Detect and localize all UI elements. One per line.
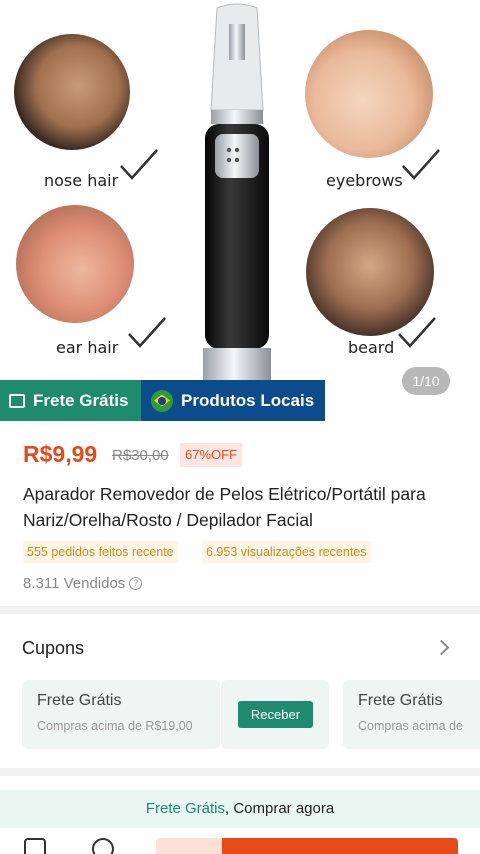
coupons-title: Cupons bbox=[22, 638, 85, 658]
buy-now-button[interactable] bbox=[222, 838, 458, 854]
trimmer-product-image bbox=[203, 3, 271, 380]
coupon-condition: Compras acima de bbox=[358, 719, 463, 733]
chat-icon[interactable] bbox=[92, 838, 114, 854]
eyebrows-photo bbox=[305, 30, 433, 158]
banner-highlight: Frete Grátis bbox=[145, 800, 225, 817]
sold-count-label: 8.311 Vendidos bbox=[23, 575, 126, 592]
checkmark-icon bbox=[398, 317, 436, 348]
current-price: R$9,99 bbox=[23, 441, 98, 467]
product-info: R$9,99 R$30,00 67%OFF Aparador Removedor… bbox=[0, 421, 480, 606]
checkmark-icon bbox=[402, 149, 440, 180]
nose-hair-photo bbox=[14, 34, 130, 150]
add-to-cart-button[interactable] bbox=[156, 838, 222, 854]
coupon-card[interactable]: Frete Grátis Compras acima de bbox=[343, 680, 480, 749]
free-shipping-label: Frete Grátis bbox=[33, 390, 129, 410]
product-image-gallery[interactable]: nose hair eyebrows ear hair beard 1/10 F… bbox=[0, 0, 480, 421]
coupon-title: Frete Grátis bbox=[358, 692, 443, 709]
original-price: R$30,00 bbox=[112, 447, 169, 464]
local-products-label: Produtos Locais bbox=[181, 390, 315, 410]
chevron-right-icon[interactable] bbox=[433, 639, 450, 656]
orders-chip: 555 pedidos feitos recente bbox=[23, 541, 178, 563]
bottom-bar: Frete Grátis, Comprar agora bbox=[0, 776, 480, 854]
free-shipping-tag: Frete Grátis bbox=[0, 380, 141, 421]
free-shipping-banner: Frete Grátis, Comprar agora bbox=[0, 790, 480, 828]
product-title: Aparador Removedor de Pelos Elétrico/Por… bbox=[23, 484, 426, 530]
banner-text: , Comprar agora bbox=[224, 800, 335, 817]
eyebrows-label: eyebrows bbox=[326, 171, 403, 190]
local-products-tag: Produtos Locais bbox=[141, 380, 325, 421]
nose-hair-label: nose hair bbox=[44, 171, 119, 190]
brazil-flag-icon bbox=[151, 389, 173, 412]
checkmark-icon bbox=[120, 149, 158, 180]
coupons-section: Cupons Frete Grátis Compras acima de R$1… bbox=[0, 614, 480, 768]
truck-icon bbox=[9, 393, 25, 408]
info-icon[interactable]: ? bbox=[129, 577, 143, 590]
discount-badge: 67%OFF bbox=[180, 443, 243, 467]
image-counter: 1/10 bbox=[402, 367, 450, 395]
coupon-card[interactable]: Frete Grátis Compras acima de R$19,00 bbox=[22, 680, 220, 749]
store-icon[interactable] bbox=[24, 838, 46, 854]
ear-hair-photo bbox=[16, 205, 134, 323]
views-chip: 6.953 visualizações recentes bbox=[202, 541, 371, 563]
sold-count[interactable]: 8.311 Vendidos ? bbox=[23, 575, 143, 592]
coupon-condition: Compras acima de R$19,00 bbox=[37, 719, 193, 733]
beard-label: beard bbox=[348, 338, 395, 357]
receive-coupon-button[interactable]: Receber bbox=[238, 701, 313, 728]
checkmark-icon bbox=[128, 317, 166, 348]
coupon-title: Frete Grátis bbox=[37, 692, 122, 709]
ear-hair-label: ear hair bbox=[56, 338, 119, 357]
coupon-action-area: Receber bbox=[221, 680, 329, 749]
